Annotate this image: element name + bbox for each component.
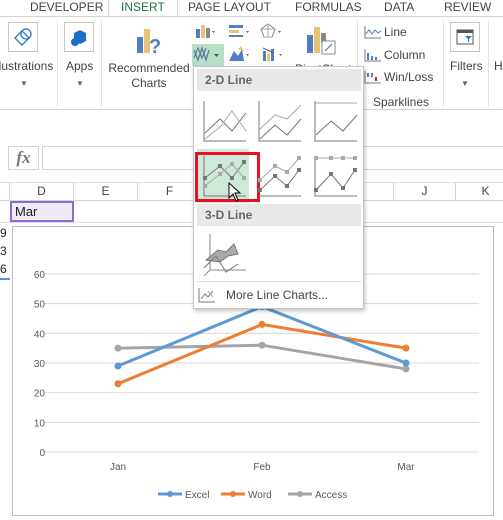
y-tick-label: 0 [39, 448, 45, 459]
apps-label[interactable]: Apps [66, 59, 93, 73]
stacked-line-markers-option-icon[interactable] [257, 154, 307, 198]
section-2d-line: 2-D Line [197, 69, 361, 91]
recommended-label-line2: Charts [131, 76, 167, 90]
sparkline-column-icon [364, 49, 381, 62]
illustrations-button[interactable] [8, 22, 38, 52]
cell-value[interactable]: 6 [0, 260, 10, 280]
tab-formulas[interactable]: FORMULAS [295, 0, 362, 17]
slicer-icon [456, 29, 474, 45]
column-header-e[interactable]: E [74, 183, 138, 201]
apps-button[interactable] [64, 22, 94, 52]
y-tick-label: 30 [34, 359, 46, 370]
illustrations-label[interactable]: llustrations [0, 59, 53, 73]
sparkline-winloss-button[interactable]: Win/Loss [384, 70, 433, 84]
cell-d-selected[interactable]: Mar [10, 201, 74, 222]
insert-function-button[interactable]: fx [8, 146, 39, 170]
shapes-icon [14, 28, 32, 46]
sparklines-group-label: Sparklines [373, 95, 430, 109]
100-stacked-line-option-icon[interactable] [313, 99, 363, 143]
legend-marker [167, 491, 173, 497]
x-tick-label: Feb [253, 462, 271, 473]
legend-label: Access [315, 490, 347, 501]
y-tick-label: 20 [34, 389, 46, 400]
column-chart-icon[interactable] [194, 23, 218, 39]
legend-marker [297, 491, 303, 497]
more-line-charts-item[interactable]: More Line Charts... [198, 285, 362, 305]
line-chart-option-icon[interactable] [202, 99, 252, 143]
data-point-access [258, 341, 266, 349]
data-point-access [114, 344, 122, 352]
combo-chart-icon[interactable] [262, 45, 286, 63]
chevron-down-icon: ▼ [76, 79, 84, 88]
cell-value[interactable]: 9 [0, 224, 10, 242]
column-header-k[interactable]: K [456, 183, 503, 201]
sparkline-winloss-icon [364, 71, 381, 84]
stacked-line-option-icon[interactable] [257, 99, 307, 143]
section-3d-line: 3-D Line [197, 204, 361, 226]
line-chart-icon [193, 45, 219, 63]
legend-marker [230, 491, 236, 497]
line-chart-button[interactable] [192, 44, 224, 66]
apps-icon [71, 30, 86, 46]
legend-label: Excel [185, 490, 209, 501]
radar-chart-icon[interactable] [260, 23, 284, 39]
100-stacked-line-markers-option-icon[interactable] [313, 154, 363, 198]
data-point-excel [114, 362, 122, 370]
more-line-charts-label: More Line Charts... [226, 288, 329, 302]
y-tick-label: 60 [34, 270, 46, 281]
x-tick-label: Jan [110, 462, 126, 473]
chevron-down-icon: ▼ [461, 79, 469, 88]
sparkline-line-button[interactable]: Line [384, 25, 407, 39]
recommended-label-line1: Recommended [108, 61, 190, 75]
recommended-charts-label[interactable]: Recommended Charts [108, 61, 190, 91]
x-tick-label: Mar [397, 462, 415, 473]
area-chart-icon[interactable] [228, 45, 252, 63]
data-point-word [114, 380, 122, 388]
data-point-excel [402, 359, 410, 367]
y-tick-label: 40 [34, 329, 46, 340]
recommended-charts-icon[interactable]: ? [135, 25, 167, 57]
column-header-c[interactable] [0, 183, 10, 201]
cell-value[interactable]: 3 [0, 242, 10, 260]
y-tick-label: 50 [34, 300, 46, 311]
tab-developer[interactable]: DEVELOPER [30, 0, 103, 17]
line-chart-dropdown: 2-D Line 3-D Line More Line Charts... [193, 66, 364, 309]
legend-label: Word [248, 490, 272, 501]
series-line-excel [117, 305, 407, 368]
y-tick-label: 10 [34, 418, 46, 429]
3d-line-option-icon[interactable] [202, 232, 252, 276]
ribbon-partial-label: H [494, 59, 503, 73]
pivotchart-icon[interactable] [305, 23, 337, 59]
filters-button[interactable] [450, 22, 480, 52]
column-header-d[interactable]: D [10, 183, 74, 201]
tab-review[interactable]: REVIEW [444, 0, 491, 17]
filters-label[interactable]: Filters [450, 59, 483, 73]
sparkline-column-button[interactable]: Column [384, 48, 425, 62]
left-cells: 9 3 6 [0, 224, 10, 280]
sparkline-line-icon [364, 26, 382, 39]
bar-chart-icon[interactable] [228, 23, 252, 39]
svg-text:?: ? [149, 36, 161, 57]
data-point-word [402, 344, 410, 352]
tab-page-layout[interactable]: PAGE LAYOUT [188, 0, 271, 17]
column-header-j[interactable]: J [394, 183, 456, 201]
tab-data[interactable]: DATA [384, 0, 414, 17]
tab-insert[interactable]: INSERT [108, 0, 178, 17]
chevron-down-icon: ▼ [20, 79, 28, 88]
data-point-word [258, 320, 266, 328]
more-charts-icon [198, 288, 215, 303]
mouse-cursor-icon [228, 182, 242, 202]
